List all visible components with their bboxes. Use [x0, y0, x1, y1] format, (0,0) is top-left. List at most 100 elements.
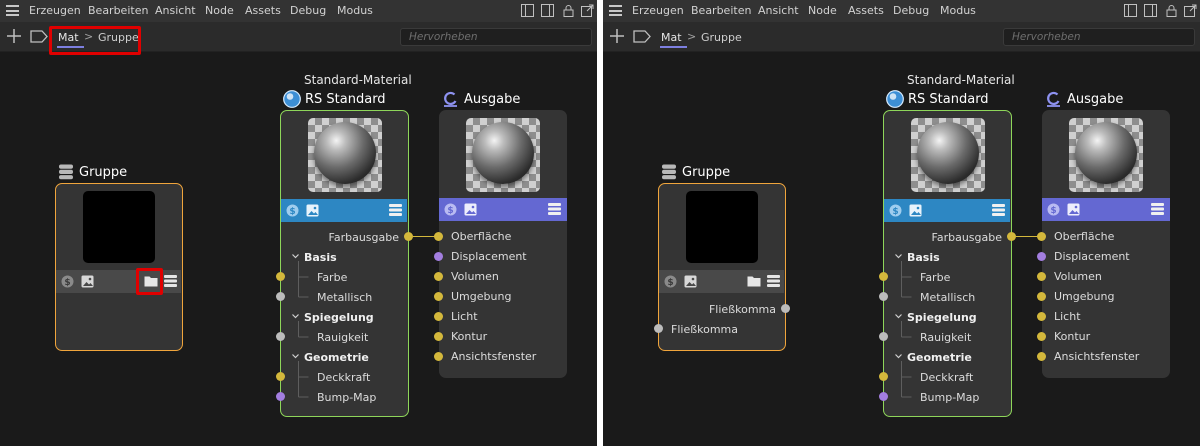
menu-lines-icon[interactable]: [389, 204, 402, 216]
chevron-down-icon[interactable]: [895, 314, 902, 319]
connection-wire[interactable]: [413, 236, 435, 237]
highlight-search-box[interactable]: [1003, 28, 1195, 46]
connection-wire[interactable]: [1016, 236, 1038, 237]
port-in-licht[interactable]: [1037, 312, 1046, 321]
port-in-umgebung[interactable]: [1037, 292, 1046, 301]
dollar-icon[interactable]: $: [444, 203, 457, 216]
menu-item-assets[interactable]: Assets: [848, 4, 884, 17]
menu-item-erzeugen[interactable]: Erzeugen: [632, 4, 684, 17]
dollar-icon[interactable]: $: [286, 204, 299, 217]
rs-standard-node[interactable]: $ Farbausgabe Basis Farbe Metallisch Spi…: [280, 110, 409, 417]
tag-icon[interactable]: [633, 30, 651, 43]
port-in-metallisch[interactable]: [276, 292, 285, 301]
port-in-licht[interactable]: [434, 312, 443, 321]
ausgabe-node[interactable]: $ Oberfläche Displacement Volumen Umgebu…: [1042, 110, 1170, 378]
port-in-volumen[interactable]: [1037, 272, 1046, 281]
port-in-rauigkeit[interactable]: [276, 332, 285, 341]
port-in-volumen[interactable]: [434, 272, 443, 281]
panel-split-icon[interactable]: [541, 4, 554, 17]
menu-lines-icon[interactable]: [992, 204, 1005, 216]
panel-layout-icon[interactable]: [521, 4, 534, 17]
port-in-rauigkeit[interactable]: [879, 332, 888, 341]
port-in-kontur[interactable]: [434, 332, 443, 341]
chevron-down-icon[interactable]: [292, 314, 299, 319]
port-out-farbausgabe[interactable]: [1007, 232, 1016, 241]
chevron-down-icon[interactable]: [895, 354, 902, 359]
image-icon[interactable]: [306, 204, 319, 217]
group-label-geometrie[interactable]: Geometrie: [304, 351, 369, 364]
menu-item-bearbeiten[interactable]: Bearbeiten: [88, 4, 148, 17]
port-in-ansichtsfenster[interactable]: [1037, 352, 1046, 361]
menu-item-erzeugen[interactable]: Erzeugen: [29, 4, 81, 17]
group-label-geometrie[interactable]: Geometrie: [907, 351, 972, 364]
menu-item-debug[interactable]: Debug: [893, 4, 929, 17]
port-in-displacement[interactable]: [1037, 252, 1046, 261]
image-icon[interactable]: [464, 203, 477, 216]
lock-icon[interactable]: [1165, 4, 1178, 17]
image-icon[interactable]: [81, 275, 94, 288]
menu-item-ansicht[interactable]: Ansicht: [155, 4, 196, 17]
menu-item-node[interactable]: Node: [808, 4, 837, 17]
port-in-fliesskomma[interactable]: [654, 324, 663, 333]
port-in-oberflaeche[interactable]: [1037, 232, 1046, 241]
port-in-farbe[interactable]: [879, 272, 888, 281]
group-label-spiegelung[interactable]: Spiegelung: [907, 311, 977, 324]
image-icon[interactable]: [909, 204, 922, 217]
port-in-deckkraft[interactable]: [276, 372, 285, 381]
folder-icon[interactable]: [747, 275, 761, 287]
port-in-kontur[interactable]: [1037, 332, 1046, 341]
port-out-fliesskomma[interactable]: [781, 304, 790, 313]
popout-icon[interactable]: [581, 4, 594, 17]
lock-icon[interactable]: [562, 4, 575, 17]
breadcrumb-root[interactable]: Mat: [661, 31, 682, 44]
panel-split-icon[interactable]: [1144, 4, 1157, 17]
menu-item-ansicht[interactable]: Ansicht: [758, 4, 799, 17]
search-input[interactable]: [1012, 30, 1190, 44]
port-in-metallisch[interactable]: [879, 292, 888, 301]
menu-lines-icon[interactable]: [548, 203, 561, 215]
menu-item-modus[interactable]: Modus: [337, 4, 373, 17]
tag-icon[interactable]: [30, 30, 48, 43]
gruppe-node[interactable]: $: [55, 183, 183, 351]
menu-item-bearbeiten[interactable]: Bearbeiten: [691, 4, 751, 17]
menu-lines-icon[interactable]: [767, 275, 780, 287]
port-in-deckkraft[interactable]: [879, 372, 888, 381]
rs-standard-node[interactable]: $ Farbausgabe Basis Farbe Metallisch Spi…: [883, 110, 1012, 417]
image-icon[interactable]: [1067, 203, 1080, 216]
highlight-search-box[interactable]: [400, 28, 592, 46]
add-icon[interactable]: [609, 28, 625, 44]
image-icon[interactable]: [684, 275, 697, 288]
menu-item-node[interactable]: Node: [205, 4, 234, 17]
port-in-bump-map[interactable]: [276, 392, 285, 401]
menu-lines-icon[interactable]: [164, 275, 177, 287]
dollar-icon[interactable]: $: [664, 275, 677, 288]
search-input[interactable]: [409, 30, 587, 44]
group-label-spiegelung[interactable]: Spiegelung: [304, 311, 374, 324]
chevron-down-icon[interactable]: [895, 254, 902, 259]
dollar-icon[interactable]: $: [1047, 203, 1060, 216]
chevron-down-icon[interactable]: [292, 354, 299, 359]
menu-lines-icon[interactable]: [1151, 203, 1164, 215]
hamburger-icon[interactable]: [609, 5, 622, 16]
port-in-ansichtsfenster[interactable]: [434, 352, 443, 361]
menu-item-debug[interactable]: Debug: [290, 4, 326, 17]
dollar-icon[interactable]: $: [889, 204, 902, 217]
chevron-down-icon[interactable]: [292, 254, 299, 259]
port-out-farbausgabe[interactable]: [404, 232, 413, 241]
port-in-farbe[interactable]: [276, 272, 285, 281]
port-in-oberflaeche[interactable]: [434, 232, 443, 241]
popout-icon[interactable]: [1184, 4, 1197, 17]
hamburger-icon[interactable]: [6, 5, 19, 16]
gruppe-node[interactable]: $ Fließkomma Fließkomma: [658, 183, 786, 351]
dollar-icon[interactable]: $: [61, 275, 74, 288]
add-icon[interactable]: [6, 28, 22, 44]
port-in-displacement[interactable]: [434, 252, 443, 261]
panel-layout-icon[interactable]: [1124, 4, 1137, 17]
breadcrumb-current[interactable]: Gruppe: [701, 31, 742, 44]
port-in-bump-map[interactable]: [879, 392, 888, 401]
tree-lines: [298, 321, 309, 338]
menu-item-assets[interactable]: Assets: [245, 4, 281, 17]
menu-item-modus[interactable]: Modus: [940, 4, 976, 17]
ausgabe-node[interactable]: $ Oberfläche Displacement Volumen Umgebu…: [439, 110, 567, 378]
port-in-umgebung[interactable]: [434, 292, 443, 301]
